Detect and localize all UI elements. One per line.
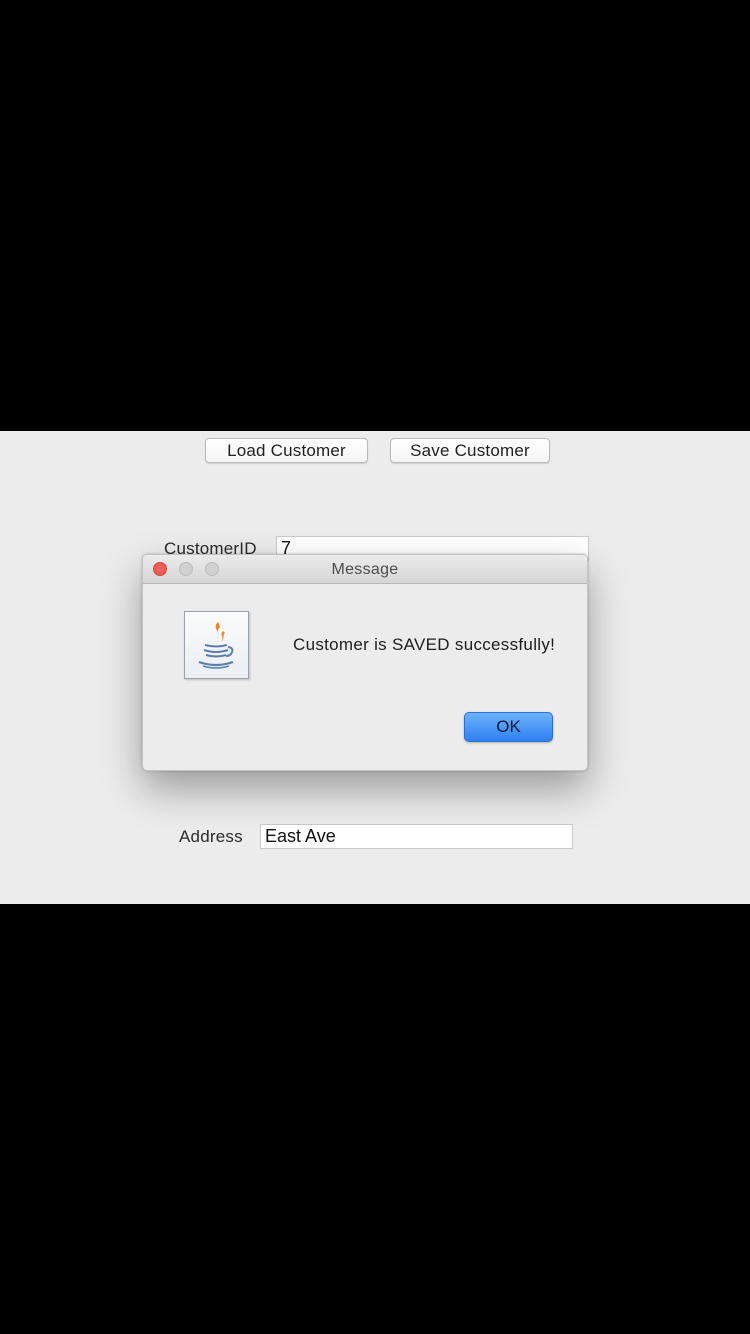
- address-field[interactable]: East Ave: [260, 824, 573, 849]
- load-customer-button[interactable]: Load Customer: [205, 438, 368, 463]
- ok-button[interactable]: OK: [464, 712, 553, 742]
- message-dialog: Message Customer is SAVED successfully! …: [142, 554, 588, 771]
- address-label: Address: [179, 827, 243, 846]
- customer-app-window: Load Customer Save Customer CustomerID 7…: [0, 431, 750, 904]
- dialog-titlebar[interactable]: Message: [143, 555, 587, 584]
- save-customer-button[interactable]: Save Customer: [390, 438, 550, 463]
- dialog-title: Message: [331, 561, 399, 578]
- dialog-message: Customer is SAVED successfully!: [293, 635, 556, 654]
- java-coffee-cup-icon: [184, 611, 249, 679]
